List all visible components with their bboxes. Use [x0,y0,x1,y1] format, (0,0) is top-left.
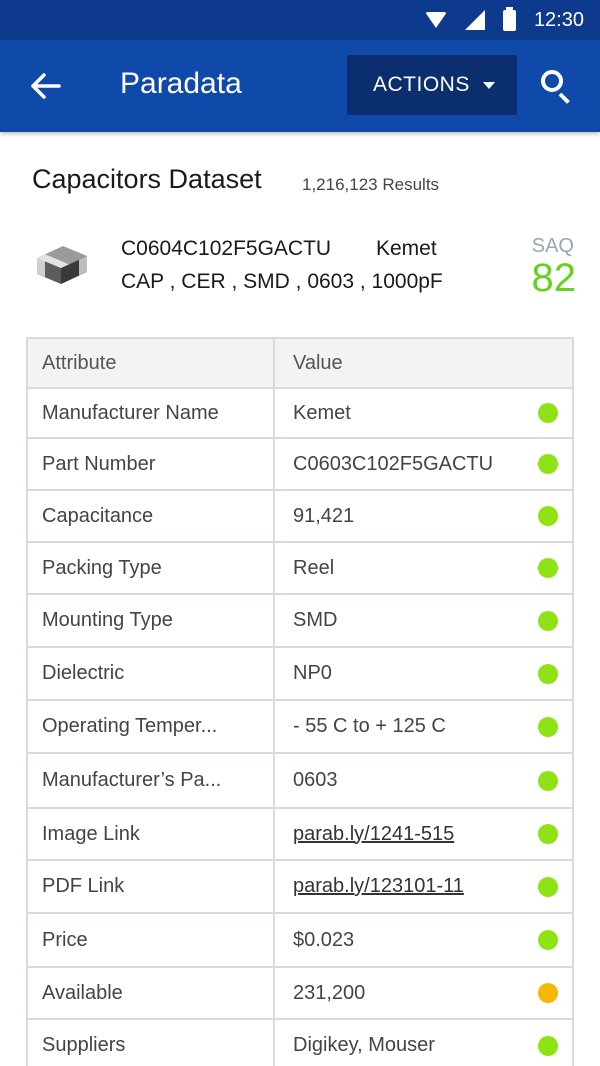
attribute-name: PDF Link [28,861,275,912]
status-dot-good [538,558,558,578]
attribute-name: Manufacturer Name [28,389,275,437]
status-dot-good [538,824,558,844]
table-row: Available 231,200 [28,968,572,1020]
attribute-value: Digikey, Mouser [293,1034,435,1056]
attribute-value-cell: 231,200 [275,968,572,1018]
attribute-value: Kemet [293,401,351,424]
search-button[interactable] [536,65,576,105]
table-row: Packing Type Reel [28,543,572,595]
table-row: Manufacturer’s Pa... 0603 [28,754,572,809]
status-dot-good [538,876,558,897]
attribute-value-cell: NP0 [275,648,572,699]
table-row: PDF Link parab.ly/123101-11 [28,861,572,914]
status-dot-good [538,454,558,474]
attribute-value: SMD [293,609,338,631]
back-button[interactable] [22,64,70,108]
table-row: Capacitance 91,421 [28,491,572,543]
actions-label: ACTIONS [373,73,470,96]
header-value: Value [293,351,343,374]
search-icon [541,70,563,92]
status-dot-good [538,716,558,737]
wifi-icon [424,12,447,28]
attribute-value: $0.023 [293,928,355,951]
status-dot-warning [538,983,558,1003]
table-row: Operating Temper... - 55 C to + 125 C [28,701,572,754]
status-bar: 12:30 [0,0,600,40]
caret-down-icon [483,82,495,89]
attribute-name: Part Number [28,439,275,489]
table-row: Part Number C0603C102F5GACTU [28,439,572,491]
actions-button[interactable]: ACTIONS [347,55,517,115]
app-title: Paradata [120,67,242,100]
table-header-row: Attribute Value [28,339,572,389]
attribute-value-cell: Digikey, Mouser [275,1020,572,1066]
attribute-value: NP0 [293,662,332,684]
saq-label: SAQ [531,235,574,257]
attribute-value: 0603 [293,769,338,791]
attribute-value: 91,421 [293,504,355,527]
status-dot-good [538,610,558,631]
attribute-name: Image Link [28,809,275,859]
attribute-table: Attribute Value Manufacturer Name Kemet Pa… [26,337,574,1066]
attribute-name: Suppliers [28,1020,275,1066]
value-link[interactable]: parab.ly/1241-515 [293,823,454,846]
attribute-value-cell: Reel [275,543,572,593]
attribute-value-cell: parab.ly/1241-515 [275,809,572,859]
attribute-value-cell: $0.023 [275,914,572,966]
attribute-name: Available [28,968,275,1018]
status-time: 12:30 [533,8,584,31]
table-row: Manufacturer Name Kemet [28,389,572,439]
status-dot-good [538,930,558,950]
attribute-value: 231,200 [293,981,366,1004]
attribute-value-cell: - 55 C to + 125 C [275,701,572,752]
status-dot-good [538,1035,558,1056]
attribute-value: - 55 C to + 125 C [293,715,446,737]
status-dot-good [538,403,558,423]
table-row: Dielectric NP0 [28,648,572,701]
attribute-value-cell: C0603C102F5GACTU [275,439,572,489]
capacitor-chip-icon [37,246,87,284]
part-manufacturer: Kemet [376,237,437,260]
attribute-name: Dielectric [28,648,275,699]
table-row: Mounting Type SMD [28,595,572,648]
attribute-name: Manufacturer’s Pa... [28,754,275,807]
status-dot-good [538,663,558,684]
arrow-left-icon [31,73,61,99]
table-row: Image Link parab.ly/1241-515 [28,809,572,861]
dataset-title: Capacitors Dataset [32,164,262,194]
attribute-value-cell: SMD [275,595,572,646]
status-dot-good [538,770,558,791]
attribute-value: Reel [293,556,335,579]
table-row: Suppliers Digikey, Mouser [28,1020,572,1066]
attribute-name: Packing Type [28,543,275,593]
signal-icon [464,10,485,30]
value-link[interactable]: parab.ly/123101-11 [293,875,464,898]
attribute-name: Operating Temper... [28,701,275,752]
attribute-value-cell: Kemet [275,389,572,437]
attribute-value-cell: 91,421 [275,491,572,541]
header-attribute: Attribute [28,339,275,387]
attribute-value-cell: 0603 [275,754,572,807]
attribute-value-cell: parab.ly/123101-11 [275,861,572,912]
part-number: C0604C102F5GACTU [121,237,332,260]
app-bar: Paradata ACTIONS [0,40,600,132]
attribute-value: C0603C102F5GACTU [293,452,494,475]
attribute-name: Price [28,914,275,966]
saq-score: 82 [531,256,577,300]
attribute-name: Mounting Type [28,595,275,646]
part-description: CAP , CER , SMD , 0603 , 1000pF [121,270,443,293]
table-row: Price $0.023 [28,914,572,968]
results-count: 1,216,123 Results [302,175,440,194]
status-dot-good [538,506,558,526]
attribute-name: Capacitance [28,491,275,541]
battery-icon [502,6,516,31]
